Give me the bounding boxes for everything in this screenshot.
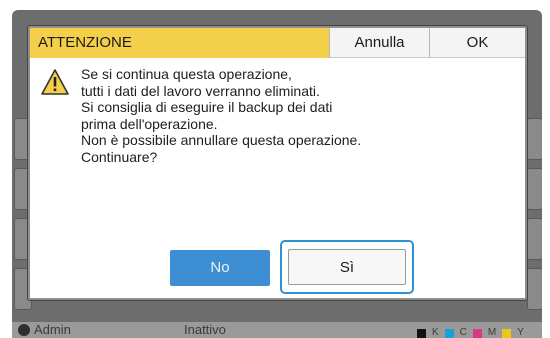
message-line: Si consiglia di eseguire il backup dei d… <box>81 99 333 115</box>
background-panel <box>527 168 542 210</box>
ink-c-label: C <box>459 327 467 338</box>
ink-y-swatch <box>502 328 512 338</box>
message-line: prima dell'operazione. <box>81 115 218 132</box>
ink-k-swatch <box>417 328 426 338</box>
message-line: tutti i dati del lavoro verranno elimina… <box>81 82 320 99</box>
message-line: Se si continua questa operazione, <box>81 66 292 82</box>
background-panel <box>527 268 542 310</box>
user-icon <box>18 324 30 336</box>
background-panel <box>527 118 542 160</box>
yes-button[interactable]: Sì <box>288 249 406 285</box>
status-state: Inattivo <box>184 322 226 337</box>
message-line: Continuare? <box>81 148 158 165</box>
message-line: Non è possibile annullare questa operazi… <box>81 132 362 148</box>
status-bar: Admin Inattivo K C M Y <box>12 322 542 338</box>
ink-m-swatch <box>472 328 482 338</box>
status-user: Admin <box>18 322 71 338</box>
ink-levels: K C M Y <box>417 325 524 338</box>
ink-y-label: Y <box>517 327 524 338</box>
dialog-message: Se si continua questa operazione, tutti … <box>81 66 501 165</box>
ink-k-label: K <box>432 327 439 338</box>
ink-m-label: M <box>487 327 497 338</box>
dialog-header: ATTENZIONE Annulla OK <box>30 28 525 58</box>
status-user-name: Admin <box>34 322 71 337</box>
cancel-button[interactable]: Annulla <box>330 28 430 58</box>
no-button[interactable]: No <box>170 250 270 286</box>
warning-dialog: ATTENZIONE Annulla OK Se si continua que… <box>28 26 527 300</box>
dialog-title: ATTENZIONE <box>30 28 330 58</box>
ok-button[interactable]: OK <box>430 28 525 58</box>
ink-c-swatch <box>444 328 454 338</box>
background-panel <box>527 218 542 260</box>
warning-icon <box>41 69 69 95</box>
